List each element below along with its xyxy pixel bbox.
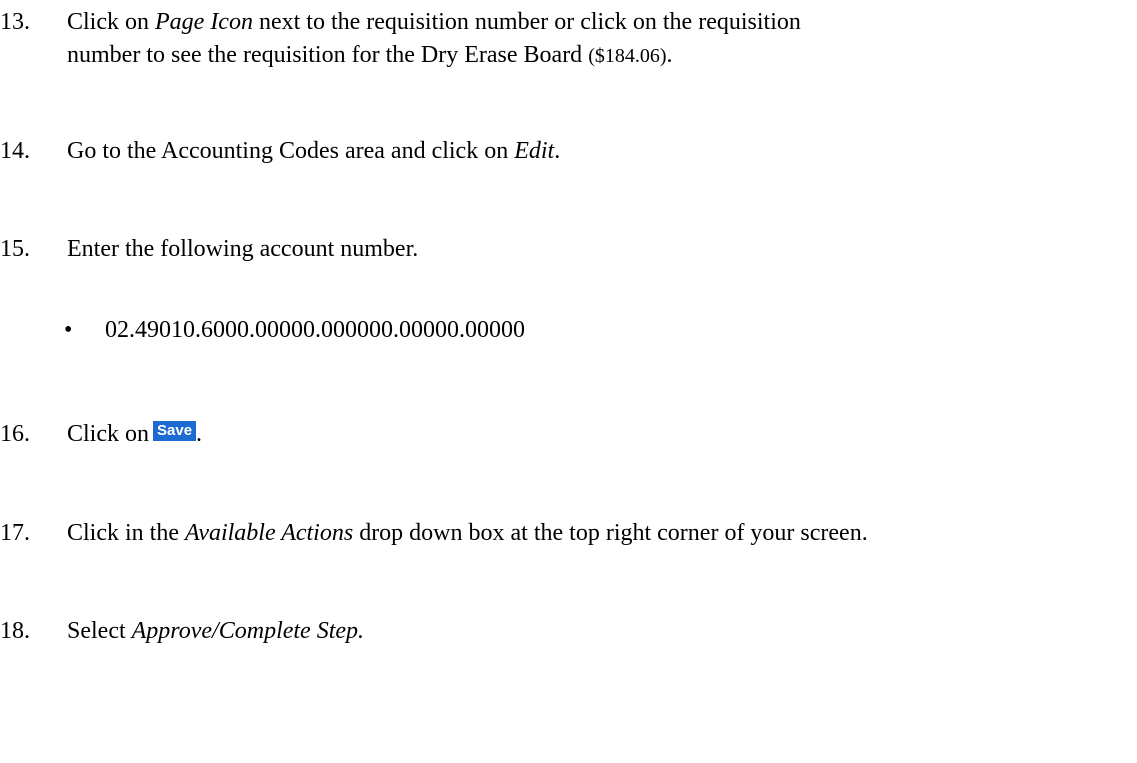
page-icon-term: Page Icon	[155, 9, 253, 35]
step-text-post: .	[196, 421, 203, 447]
step-text-line2: number to see the requisition for the Dr…	[67, 42, 589, 68]
step-number: 16.	[0, 421, 30, 447]
step-text-pre: Select	[67, 618, 132, 644]
step-text-post: .	[554, 138, 561, 164]
step-text-pre: Go to the Accounting Codes area and clic…	[67, 138, 515, 164]
account-number: 02.49010.6000.00000.000000.00000.00000	[105, 317, 525, 343]
step-text: Click on Page Icon next to the requisiti…	[67, 6, 801, 39]
step-text: Select Approve/Complete Step.	[67, 615, 364, 648]
step-number: 14.	[0, 138, 30, 164]
step-number: 13.	[0, 9, 30, 35]
save-button[interactable]: Save	[153, 421, 197, 441]
step-number: 17.	[0, 520, 30, 546]
step-text-pre: Click in the	[67, 520, 185, 546]
step-text-post: drop down box at the top right corner of…	[353, 520, 868, 546]
step-text: Enter the following account number.	[67, 236, 419, 262]
step-text: Click in the Available Actions drop down…	[67, 517, 868, 550]
step-text-end: .	[666, 42, 673, 68]
step-number: 18.	[0, 618, 30, 644]
available-actions-term: Available Actions	[184, 520, 354, 546]
step-text: Click on Save.	[67, 418, 202, 451]
approve-complete-term: Approve/Complete Step.	[131, 618, 365, 644]
edit-term: Edit	[514, 138, 555, 164]
step-text-post: next to the requisition number or click …	[252, 9, 801, 35]
step-text: Go to the Accounting Codes area and clic…	[67, 135, 560, 168]
step-text-pre: Click on	[67, 9, 155, 35]
bullet-icon: •	[64, 317, 73, 343]
step-text: number to see the requisition for the Dr…	[67, 39, 673, 73]
step-number: 15.	[0, 236, 30, 262]
step-text-pre: Click on	[67, 421, 149, 447]
amount-text: ($184.06)	[588, 45, 667, 67]
